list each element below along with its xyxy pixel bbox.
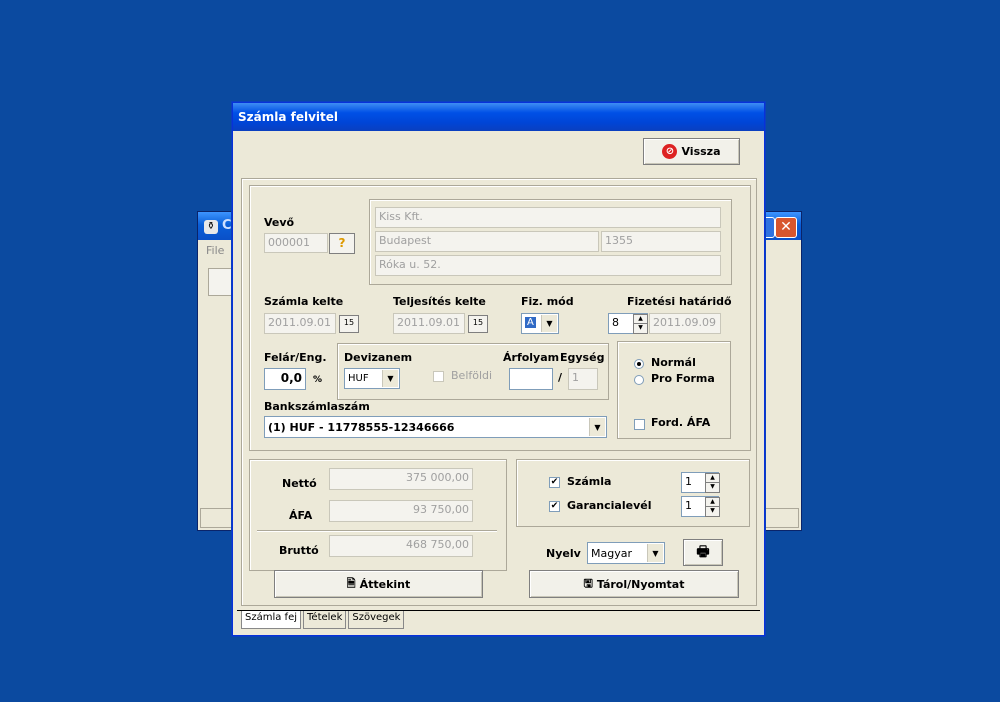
payment-mode-select[interactable]: A ▼	[521, 313, 559, 334]
gross-field: 468 750,00	[329, 535, 473, 557]
spin-down-icon[interactable]: ▼	[633, 323, 648, 334]
language-label: Nyelv	[546, 547, 581, 560]
due-date-label: Fizetési határidő	[627, 295, 732, 308]
invoice-date-label: Számla kelte	[264, 295, 344, 308]
customer-label: Vevő	[264, 216, 295, 229]
no-entry-icon: ⊘	[662, 144, 678, 159]
totals-divider	[257, 530, 497, 532]
due-date-field[interactable]: 2011.09.09	[649, 313, 721, 334]
unit-field[interactable]: 1	[568, 368, 598, 390]
spin-down-icon[interactable]: ▼	[705, 482, 720, 493]
printer-button[interactable]: 🖶	[683, 539, 723, 566]
currency-select[interactable]: HUF ▼	[344, 368, 400, 389]
save-print-button-label: Tárol/Nyomtat	[596, 577, 685, 591]
invoice-print-label: Számla	[567, 475, 612, 488]
chevron-down-icon: ▼	[382, 370, 398, 387]
invoice-date-field[interactable]: 2011.09.01	[264, 313, 336, 334]
language-select[interactable]: Magyar ▼	[587, 542, 665, 564]
app-icon: ⚱	[204, 220, 218, 234]
rate-separator: /	[558, 371, 563, 384]
gross-label: Bruttó	[279, 544, 319, 557]
warranty-checkbox[interactable]: ✔	[549, 501, 560, 512]
currency-label: Devizanem	[344, 351, 413, 364]
calendar-icon[interactable]: 15	[339, 315, 359, 333]
back-button-label: Vissza	[681, 145, 721, 158]
proforma-label: Pro Forma	[651, 372, 715, 385]
tab-invoice-header[interactable]: Számla fej	[241, 611, 302, 629]
customer-code-field[interactable]: 000001	[264, 233, 328, 253]
menu-file[interactable]: File	[206, 244, 224, 257]
calendar-icon[interactable]: 15	[468, 315, 488, 333]
bank-account-value: (1) HUF - 11778555-12346666	[268, 421, 455, 434]
payment-mode-label: Fiz. mód	[521, 295, 574, 308]
unit-label: Egység	[560, 351, 605, 364]
overview-button[interactable]: 🗎 Áttekint	[274, 570, 483, 598]
dialog-titlebar[interactable]: Számla felvitel	[233, 103, 764, 131]
normal-label: Normál	[651, 356, 696, 369]
customer-lookup-button[interactable]: ?	[329, 233, 355, 254]
dialog-title: Számla felvitel	[238, 110, 339, 124]
overview-button-label: Áttekint	[359, 577, 411, 591]
customer-name-field[interactable]: Kiss Kft.	[375, 207, 721, 228]
document-icon: 🗎	[346, 576, 356, 590]
language-value: Magyar	[591, 547, 632, 560]
percent-label: %	[313, 375, 323, 385]
net-field: 375 000,00	[329, 468, 473, 490]
proforma-radio[interactable]	[634, 375, 644, 385]
chevron-down-icon: ▼	[589, 418, 605, 436]
vat-field: 93 750,00	[329, 500, 473, 522]
reverse-vat-label: Ford. ÁFA	[651, 416, 711, 429]
spin-down-icon[interactable]: ▼	[705, 506, 720, 517]
surcharge-field[interactable]: 0,0	[264, 368, 306, 390]
close-icon[interactable]: ✕	[775, 217, 797, 238]
bank-account-select[interactable]: (1) HUF - 11778555-12346666 ▼	[264, 416, 607, 438]
fulfillment-date-label: Teljesítés kelte	[393, 295, 486, 308]
warranty-print-label: Garancialevél	[567, 499, 652, 512]
rate-field[interactable]	[509, 368, 553, 390]
domestic-checkbox[interactable]	[433, 371, 444, 382]
chevron-down-icon: ▼	[541, 315, 557, 332]
customer-street-field[interactable]: Róka u. 52.	[375, 255, 721, 276]
invoice-dialog: Számla felvitel ⊘ Vissza Vevő 000001 ? K…	[232, 102, 765, 636]
reverse-vat-checkbox[interactable]	[634, 419, 645, 430]
payment-mode-value: A	[525, 317, 536, 328]
tab-texts[interactable]: Szövegek	[348, 611, 405, 629]
back-button[interactable]: ⊘ Vissza	[643, 138, 740, 165]
customer-city-field[interactable]: Budapest	[375, 231, 599, 252]
rate-label: Árfolyam	[503, 351, 560, 364]
save-print-button[interactable]: 🖫 Tárol/Nyomtat	[529, 570, 739, 598]
tab-items[interactable]: Tételek	[303, 611, 347, 629]
save-print-icon: 🖫	[583, 576, 593, 590]
tab-strip: Számla fej Tételek Szövegek	[241, 611, 406, 629]
background-window-title: C	[222, 218, 232, 233]
surcharge-label: Felár/Eng.	[264, 351, 327, 364]
domestic-label: Belföldi	[451, 369, 493, 382]
normal-radio[interactable]	[634, 359, 644, 369]
customer-zip-field[interactable]: 1355	[601, 231, 721, 252]
vat-label: ÁFA	[289, 509, 313, 522]
currency-value: HUF	[348, 373, 369, 384]
bank-account-label: Bankszámlaszám	[264, 400, 370, 413]
chevron-down-icon: ▼	[647, 544, 663, 562]
invoice-checkbox[interactable]: ✔	[549, 477, 560, 488]
printer-icon: 🖶	[696, 543, 710, 560]
fulfillment-date-field[interactable]: 2011.09.01	[393, 313, 465, 334]
net-label: Nettó	[282, 477, 317, 490]
